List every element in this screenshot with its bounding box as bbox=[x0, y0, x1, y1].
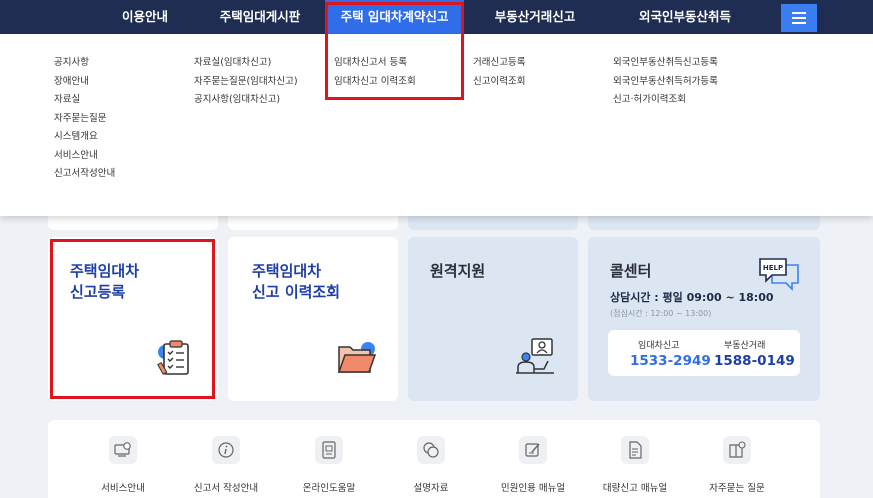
util-service-guide[interactable]: 서비스안내 bbox=[78, 436, 168, 494]
menu-link[interactable]: 신고이력조회 bbox=[473, 73, 525, 92]
card-call-center: 콜센터 HELP 상담시간 : 평일 09:00 ~ 18:00 (점심시간 :… bbox=[588, 237, 820, 401]
util-form-guide[interactable]: 신고서 작성안내 bbox=[181, 436, 271, 494]
card-title: 주택임대차 신고 이력조회 bbox=[252, 262, 341, 301]
util-bulk-manual[interactable]: 대량신고 매뉴얼 bbox=[590, 436, 680, 494]
menu-link[interactable]: 자료실(임대차신고) bbox=[194, 54, 298, 73]
hamburger-menu-button[interactable] bbox=[781, 4, 817, 32]
nav-real-estate-trade-report[interactable]: 부동산거래신고 bbox=[470, 0, 600, 34]
document-icon bbox=[621, 436, 649, 464]
util-online-help[interactable]: 온라인도움말 bbox=[284, 436, 374, 494]
menu-link-lease-register[interactable]: 임대차신고서 등록 bbox=[334, 54, 416, 73]
mega-col-lease-report: 임대차신고서 등록 임대차신고 이력조회 bbox=[334, 54, 416, 91]
menu-link[interactable]: 공지사항 bbox=[54, 54, 115, 73]
util-label: 자주묻는 질문 bbox=[709, 483, 765, 494]
menu-link[interactable]: 공지사항(임대차신고) bbox=[194, 91, 298, 110]
info-icon bbox=[212, 436, 240, 464]
menu-link[interactable]: 자주묻는질문(임대차신고) bbox=[194, 73, 298, 92]
menu-link[interactable]: 자주묻는질문 bbox=[54, 110, 115, 129]
nav-housing-lease-board[interactable]: 주택임대게시판 bbox=[195, 0, 325, 34]
tablet-help-icon bbox=[315, 436, 343, 464]
top-navigation: 이용안내 주택임대게시판 주택 임대차계약신고 부동산거래신고 외국인부동산취득 bbox=[0, 0, 873, 34]
speech-bubbles-icon bbox=[417, 436, 445, 464]
util-label: 민원인용 매뉴얼 bbox=[500, 483, 566, 494]
nav-housing-lease-report[interactable]: 주택 임대차계약신고 bbox=[325, 0, 464, 34]
util-label: 대량신고 매뉴얼 bbox=[602, 483, 668, 494]
phone-box: 임대차신고 1533-2949 부동산거래 1588-0149 bbox=[608, 330, 800, 376]
trade-phone-number[interactable]: 1588-0149 bbox=[714, 353, 795, 369]
menu-link-lease-history[interactable]: 임대차신고 이력조회 bbox=[334, 73, 416, 92]
util-label: 온라인도움말 bbox=[302, 483, 356, 494]
util-applicant-manual[interactable]: 민원인용 매뉴얼 bbox=[488, 436, 578, 494]
book-question-icon bbox=[723, 436, 751, 464]
call-hours: 상담시간 : 평일 09:00 ~ 18:00 bbox=[610, 291, 774, 304]
clipboard-checklist-icon bbox=[157, 340, 189, 375]
mega-menu: 공지사항 장애안내 자료실 자주묻는질문 시스템개요 서비스안내 신고서작성안내… bbox=[0, 34, 873, 216]
lunch-hours: (점심시간 : 12:00 ~ 13:00) bbox=[610, 309, 712, 318]
util-faq[interactable]: 자주묻는 질문 bbox=[692, 436, 782, 494]
menu-link[interactable]: 서비스안내 bbox=[54, 147, 115, 166]
util-explanation[interactable]: 설명자료 bbox=[386, 436, 476, 494]
util-label: 설명자료 bbox=[413, 483, 449, 494]
card-title: 원격지원 bbox=[430, 262, 486, 280]
mega-col-foreigner: 외국인부동산취득신고등록 외국인부동산취득허가등록 신고·허가이력조회 bbox=[613, 54, 718, 110]
lease-phone-number[interactable]: 1533-2949 bbox=[630, 353, 711, 369]
svg-text:HELP: HELP bbox=[763, 264, 783, 272]
lease-phone-label: 임대차신고 bbox=[638, 341, 680, 351]
folder-icon bbox=[337, 342, 377, 373]
trade-phone-label: 부동산거래 bbox=[724, 341, 766, 351]
remote-support-icon bbox=[516, 338, 554, 374]
nav-usage-guide[interactable]: 이용안내 bbox=[80, 0, 210, 34]
pencil-note-icon bbox=[519, 436, 547, 464]
menu-link[interactable]: 시스템개요 bbox=[54, 128, 115, 147]
util-label: 신고서 작성안내 bbox=[193, 483, 259, 494]
mega-col-usage: 공지사항 장애안내 자료실 자주묻는질문 시스템개요 서비스안내 신고서작성안내 bbox=[54, 54, 115, 184]
menu-link[interactable]: 자료실 bbox=[54, 91, 115, 110]
card-title: 주택임대차 신고등록 bbox=[70, 262, 140, 301]
menu-link[interactable]: 거래신고등록 bbox=[473, 54, 525, 73]
menu-link[interactable]: 장애안내 bbox=[54, 73, 115, 92]
nav-foreigner-acquisition[interactable]: 외국인부동산취득 bbox=[610, 0, 760, 34]
menu-link[interactable]: 신고·허가이력조회 bbox=[613, 91, 718, 110]
menu-link[interactable]: 신고서작성안내 bbox=[54, 165, 115, 184]
monitor-chat-icon bbox=[109, 436, 137, 464]
menu-link[interactable]: 외국인부동산취득허가등록 bbox=[613, 73, 718, 92]
mega-col-trade: 거래신고등록 신고이력조회 bbox=[473, 54, 525, 91]
hamburger-icon bbox=[792, 12, 806, 14]
menu-link[interactable]: 외국인부동산취득신고등록 bbox=[613, 54, 718, 73]
card-title: 콜센터 bbox=[610, 262, 652, 280]
card-lease-register[interactable]: 주택임대차 신고등록 bbox=[48, 237, 218, 401]
card-lease-history[interactable]: 주택임대차 신고 이력조회 bbox=[228, 237, 398, 401]
card-remote-support[interactable]: 원격지원 bbox=[408, 237, 578, 401]
mega-col-board: 자료실(임대차신고) 자주묻는질문(임대차신고) 공지사항(임대차신고) bbox=[194, 54, 298, 110]
util-label: 서비스안내 bbox=[101, 483, 145, 494]
